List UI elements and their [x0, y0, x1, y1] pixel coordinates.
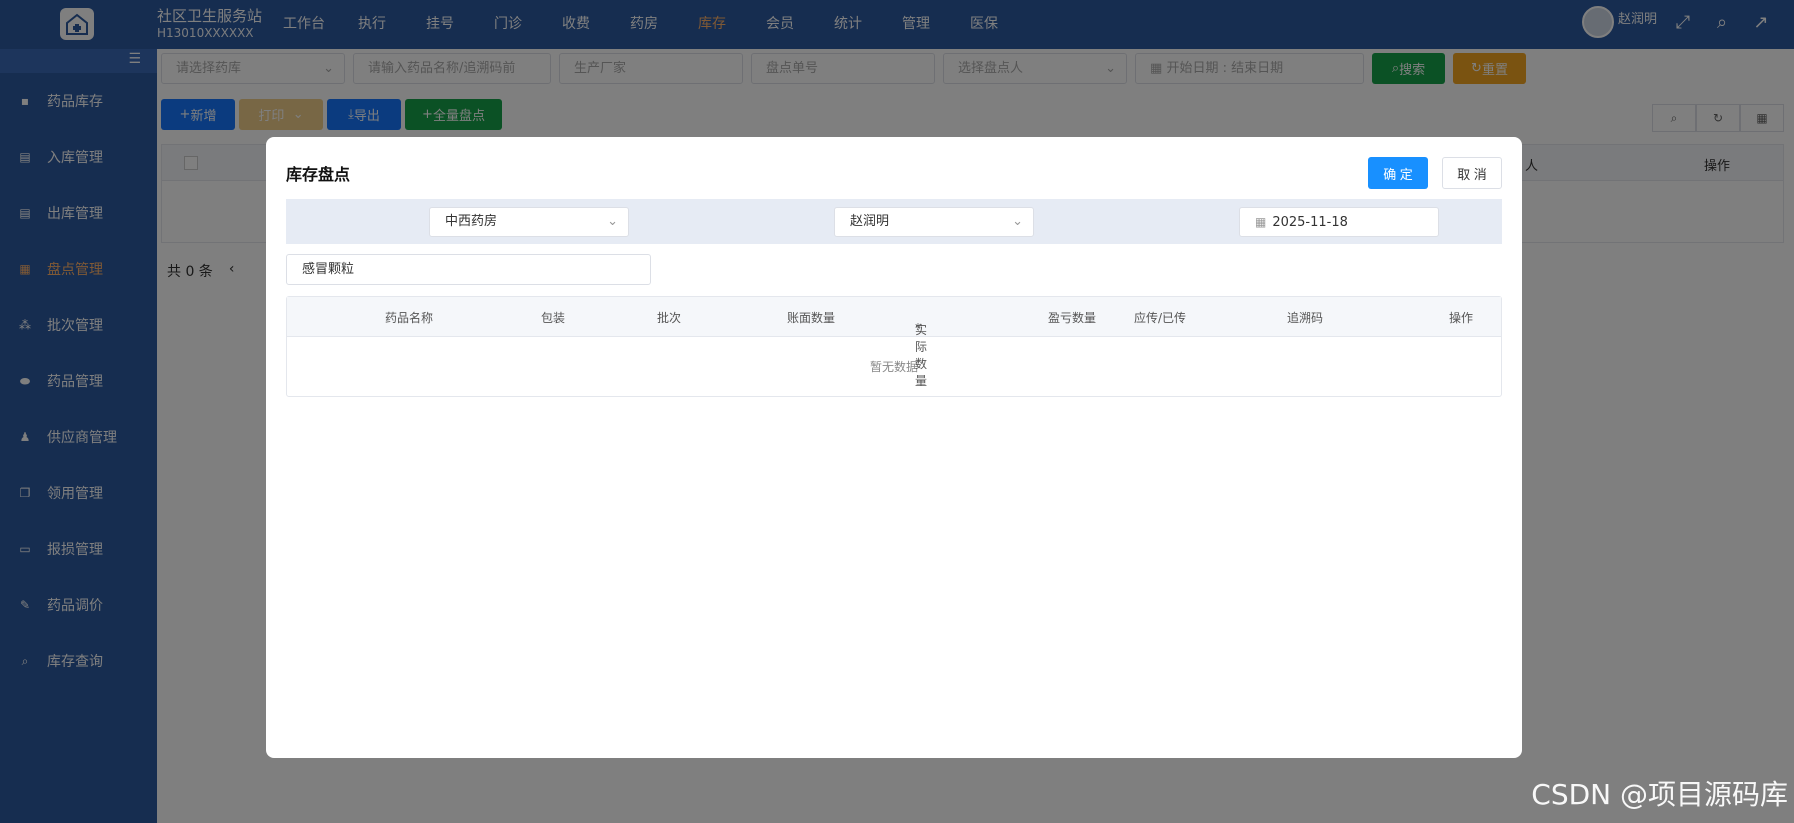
date-value: 2025-11-18: [1272, 215, 1348, 230]
column-operations: 操作: [1449, 311, 1474, 325]
cancel-button[interactable]: 取 消: [1442, 157, 1502, 189]
dialog-title: 库存盘点: [286, 165, 351, 184]
chevron-down-icon: ⌄: [607, 214, 618, 229]
column-drug-name: 药品名称: [385, 311, 434, 325]
chevron-down-icon: ⌄: [1012, 214, 1023, 229]
column-book-qty: 账面数量: [787, 311, 836, 325]
empty-state: 暂无数据: [869, 360, 918, 374]
confirm-button[interactable]: 确 定: [1368, 157, 1428, 189]
column-upload-status: 应传/已传: [1134, 311, 1187, 325]
items-table-header: 药品名称 包装 批次 账面数量 * 实际数量 盈亏数量 应传/已传 追溯码 操作: [287, 297, 1501, 388]
pharmacy-value: 中西药房: [445, 214, 498, 229]
column-profit-loss-qty: 盈亏数量: [1048, 311, 1097, 325]
drug-search-input[interactable]: 感冒颗粒: [286, 254, 651, 285]
drug-search-value: 感冒颗粒: [302, 262, 355, 277]
column-batch: 批次: [657, 311, 682, 325]
checker-select[interactable]: 赵润明 ⌄: [834, 207, 1034, 237]
pharmacy-select[interactable]: 中西药房 ⌄: [429, 207, 629, 237]
dialog-filter-band: 中西药房 ⌄ 赵润明 ⌄ ▦ 2025-11-18: [286, 199, 1502, 244]
watermark: CSDN @项目源码库: [1531, 778, 1788, 811]
column-package: 包装: [541, 311, 566, 325]
column-trace-code: 追溯码: [1287, 311, 1324, 325]
calendar-icon: ▦: [1255, 215, 1267, 229]
stocktake-dialog: 库存盘点 确 定 取 消 中西药房 ⌄ 赵润明 ⌄ ▦ 2025-11-18 感冒颗粒…: [266, 137, 1522, 758]
stocktake-items-table: 药品名称 包装 批次 账面数量 * 实际数量 盈亏数量 应传/已传 追溯码 操作 …: [286, 296, 1502, 397]
stocktake-date-picker[interactable]: ▦ 2025-11-18: [1239, 207, 1439, 237]
checker-value: 赵润明: [850, 214, 890, 229]
column-actual-qty-label: 实际数量: [915, 323, 928, 388]
